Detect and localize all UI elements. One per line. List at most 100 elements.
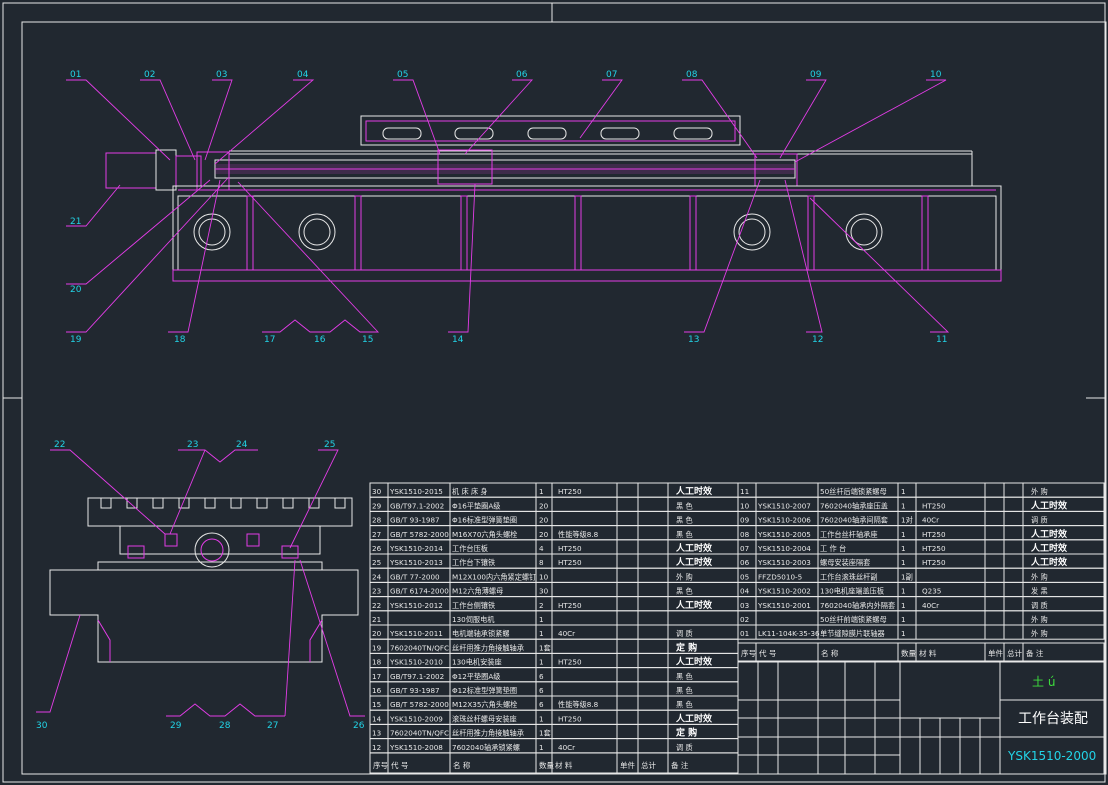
bom-qty: 1 (539, 615, 544, 624)
callout-02: 02 (144, 70, 155, 80)
callout-28: 28 (219, 721, 231, 731)
bom-no: 20 (372, 629, 382, 638)
callout-22: 22 (54, 440, 65, 450)
bom-name: 电机端轴承锁紧螺 (452, 629, 510, 638)
bom-no: 06 (740, 558, 750, 567)
bom-note: 外 购 (1031, 629, 1048, 638)
bom-row: 15 GB/T 5782-2000 M12X35六角头螺栓 6 性能等级8.8 黑 色 (372, 700, 693, 709)
callout-25: 25 (324, 440, 335, 450)
bom-no: 04 (740, 587, 750, 596)
bom-code: YSK1510-2003 (757, 558, 811, 567)
title-block: 土 ú 工作台装配 YSK1510-2000 (737, 661, 1105, 775)
callout-27: 27 (267, 721, 278, 731)
bom-row: 09 YSK1510-2006 7602040轴承间隔套 1对 40Cr 调 质 (740, 516, 1048, 525)
bom-no: 13 (372, 729, 381, 738)
bom-row: 17 GB/T97.1-2002 Φ12平垫圈A级 6 黑 色 (372, 672, 693, 681)
bom-qty: 1 (539, 658, 544, 667)
bom-qty: 1 (901, 629, 906, 638)
bom-no: 01 (740, 629, 749, 638)
bom-name: M12X35六角头螺栓 (452, 700, 517, 709)
cad-drawing: 01 02 03 04 05 06 07 08 09 10 21 20 19 1… (2, 2, 1107, 783)
bom-material: HT250 (922, 558, 946, 567)
bom-name: Φ16平垫圈A级 (452, 501, 500, 510)
callout-04: 04 (297, 70, 309, 80)
bom-note: 外 购 (676, 572, 693, 581)
bom-name: 工作台滚珠丝杆副 (820, 572, 878, 581)
bom-no: 12 (372, 743, 381, 752)
bom-qty: 1 (901, 601, 906, 610)
bom-qty: 8 (539, 558, 544, 567)
bom-name: 螺母安装座隔套 (820, 558, 870, 567)
bom-material: 40Cr (922, 601, 939, 610)
callout-16: 16 (314, 335, 326, 345)
bom-note: 黑 色 (676, 587, 693, 596)
bom-name: 50丝杆前端锁紧螺母 (820, 615, 887, 624)
bom-name: 丝杆用推力角接触轴承 (452, 729, 524, 738)
bom-no: 08 (740, 530, 750, 539)
bom-note: 人工时效 (675, 599, 713, 611)
bom-note: 人工时效 (1030, 556, 1068, 568)
bom-row: 10 YSK1510-2007 7602040轴承座压盖 1 HT250 人工时效 (740, 499, 1068, 511)
callout-20: 20 (70, 285, 82, 295)
bom-name: 50丝杆后端锁紧螺母 (820, 487, 887, 496)
bom-qty: 30 (539, 587, 549, 596)
bom-name: Φ12标准型弹簧垫圈 (452, 686, 517, 695)
bom-row: 29 GB/T97.1-2002 Φ16平垫圈A级 20 黑 色 (372, 501, 693, 510)
bom-material: HT250 (558, 544, 582, 553)
bom-no: 19 (372, 643, 382, 652)
bom-code: FFZD5010-5 (758, 572, 802, 581)
bom-name: M12X100内六角紧定螺钉 (452, 572, 536, 581)
bom-code: YSK1510-2010 (389, 658, 443, 667)
bom-qty: 1 (539, 743, 544, 752)
bom-qty: 1 (901, 615, 906, 624)
bom-code: YSK1510-2013 (389, 558, 443, 567)
bom-right-table: 11 50丝杆后端锁紧螺母 1 外 购10 YSK1510-2007 7602040轴承座… (737, 482, 1105, 662)
bom-code: YSK1510-2004 (757, 544, 811, 553)
bom-qty: 1 (901, 530, 906, 539)
bom-name: 机 床 床 身 (452, 487, 488, 496)
bom-qty: 1副 (901, 572, 913, 581)
bom-qty: 1 (901, 587, 906, 596)
bom-qty: 1 (901, 501, 906, 510)
bom-row: 11 50丝杆后端锁紧螺母 1 外 购 (740, 487, 1048, 496)
bom-no: 18 (372, 658, 382, 667)
bom-no: 23 (372, 587, 381, 596)
bom-material: Q235 (922, 587, 941, 596)
bom-material: 40Cr (922, 516, 939, 525)
bom-no: 24 (372, 572, 382, 581)
bom-left-table: 30 YSK1510-2015 机 床 床 身 1 HT250 人工时效 29 GB/T97.… (369, 482, 739, 774)
bom-row: 03 YSK1510-2001 7602040轴承内外隔套 1 40Cr 调 质 (740, 601, 1048, 610)
bom-note: 调 质 (676, 629, 693, 638)
callout-07: 07 (606, 70, 617, 80)
bom-name: 130伺服电机 (452, 615, 495, 624)
bom-note: 定 购 (675, 727, 697, 739)
bom-material: HT250 (922, 501, 946, 510)
bom-qty: 20 (539, 530, 549, 539)
bom-code: GB/T 93-1987 (390, 686, 440, 695)
bom-code: YSK1510-2014 (389, 544, 443, 553)
bom-row: 25 YSK1510-2013 工作台下镶铁 8 HT250 人工时效 (372, 556, 713, 568)
bom-no: 28 (372, 516, 382, 525)
bom-name: Φ16标准型弹簧垫圈 (452, 516, 517, 525)
bom-name: 工作台侧镶铁 (452, 601, 495, 610)
bom-qty: 4 (539, 544, 544, 553)
bom-note: 黑 色 (676, 516, 693, 525)
callout-12: 12 (812, 335, 823, 345)
drawing-logo: 土 ú (1032, 675, 1055, 689)
bom-row: 18 YSK1510-2010 130电机安装座 1 HT250 人工时效 (372, 656, 713, 668)
bom-qty: 1 (539, 714, 544, 723)
bom-header-no: 序号 (741, 648, 756, 658)
callout-18: 18 (174, 335, 186, 345)
bom-row: 01 LK11-104K-35-36 单节缝隙膜片联轴器 1 外 购 (740, 629, 1048, 638)
bom-no: 27 (372, 530, 381, 539)
callout-17: 17 (264, 335, 275, 345)
bom-row: 06 YSK1510-2003 螺母安装座隔套 1 HT250 人工时效 (740, 556, 1068, 568)
bom-no: 14 (372, 714, 382, 723)
bom-row: 24 GB/T 77-2000 M12X100内六角紧定螺钉 10 外 购 (372, 572, 693, 581)
bom-code: GB/T97.1-2002 (390, 501, 444, 510)
bom-note: 黑 色 (676, 700, 693, 709)
bom-row: 14 YSK1510-2009 滚珠丝杆螺母安装座 1 HT250 人工时效 (372, 712, 713, 724)
bom-no: 17 (372, 672, 381, 681)
bom-no: 16 (372, 686, 382, 695)
bom-row: 07 YSK1510-2004 工 作 台 1 HT250 人工时效 (740, 542, 1068, 554)
